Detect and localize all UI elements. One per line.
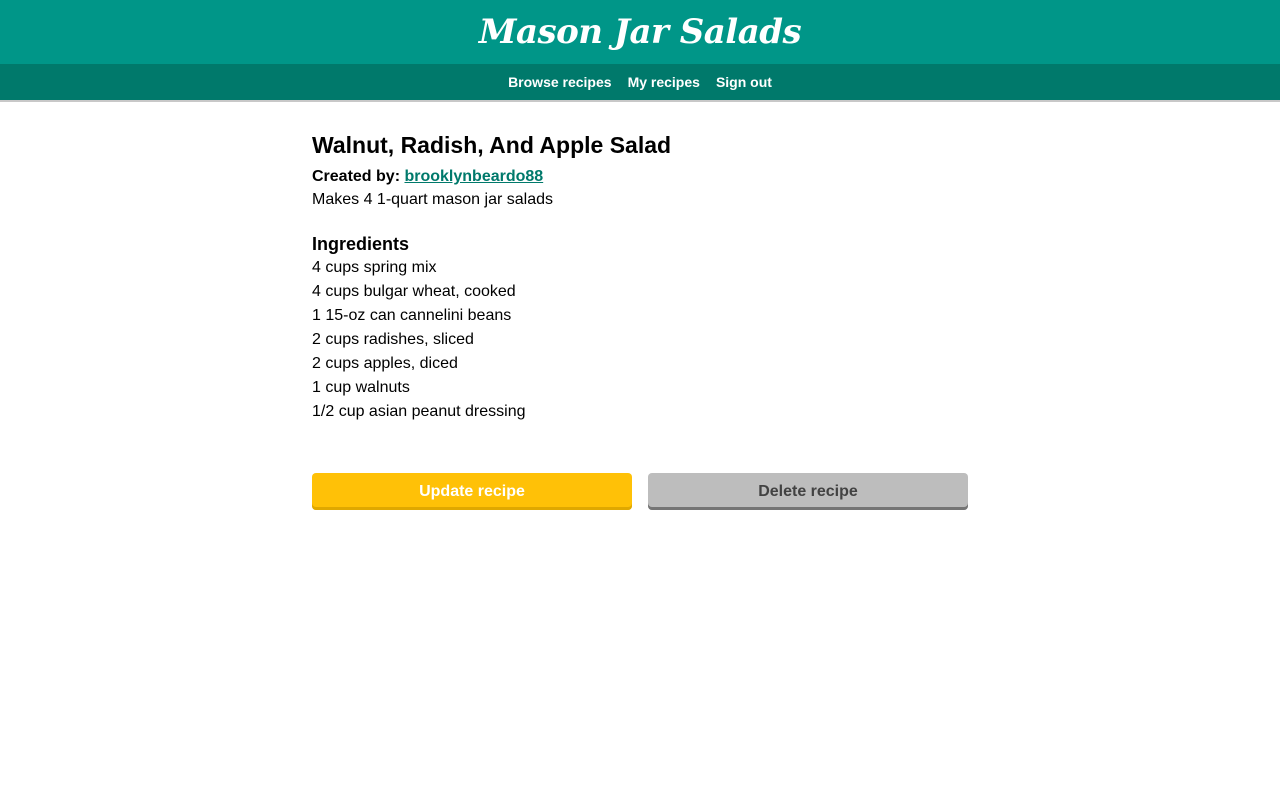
creator-line: Created by: brooklynbeardo88: [312, 166, 968, 188]
ingredient-item: 4 cups spring mix: [312, 259, 437, 276]
ingredients-heading: Ingredients: [312, 234, 410, 254]
delete-recipe-button[interactable]: Delete recipe: [648, 473, 968, 510]
ingredient-item: 1 15-oz can cannelini beans: [312, 307, 512, 324]
recipe-title: Walnut, Radish, And Apple Salad: [312, 132, 672, 158]
ingredient-item: 4 cups bulgar wheat, cooked: [312, 283, 516, 300]
recipe-yield: Makes 4 1-quart mason jar salads: [312, 191, 553, 208]
ingredient-item: 2 cups apples, diced: [312, 355, 458, 372]
ingredient-item: 2 cups radishes, sliced: [312, 331, 474, 348]
nav-sign-out[interactable]: Sign out: [716, 74, 772, 90]
site-title[interactable]: Mason Jar Salads: [479, 12, 802, 52]
nav-browse-recipes[interactable]: Browse recipes: [508, 74, 612, 90]
creator-link[interactable]: brooklynbeardo88: [404, 168, 543, 185]
recipe-detail: Walnut, Radish, And Apple Salad Created …: [312, 102, 968, 510]
ingredients-list: 4 cups spring mix 4 cups bulgar wheat, c…: [312, 256, 968, 424]
ingredient-item: 1/2 cup asian peanut dressing: [312, 403, 526, 420]
nav-my-recipes[interactable]: My recipes: [628, 74, 700, 90]
recipe-actions: Update recipe Delete recipe: [312, 473, 968, 510]
ingredient-item: 1 cup walnuts: [312, 379, 410, 396]
created-by-label: Created by:: [312, 168, 401, 185]
update-recipe-button[interactable]: Update recipe: [312, 473, 632, 510]
main-nav: Browse recipes My recipes Sign out: [0, 64, 1280, 102]
site-header: Mason Jar Salads: [0, 0, 1280, 64]
